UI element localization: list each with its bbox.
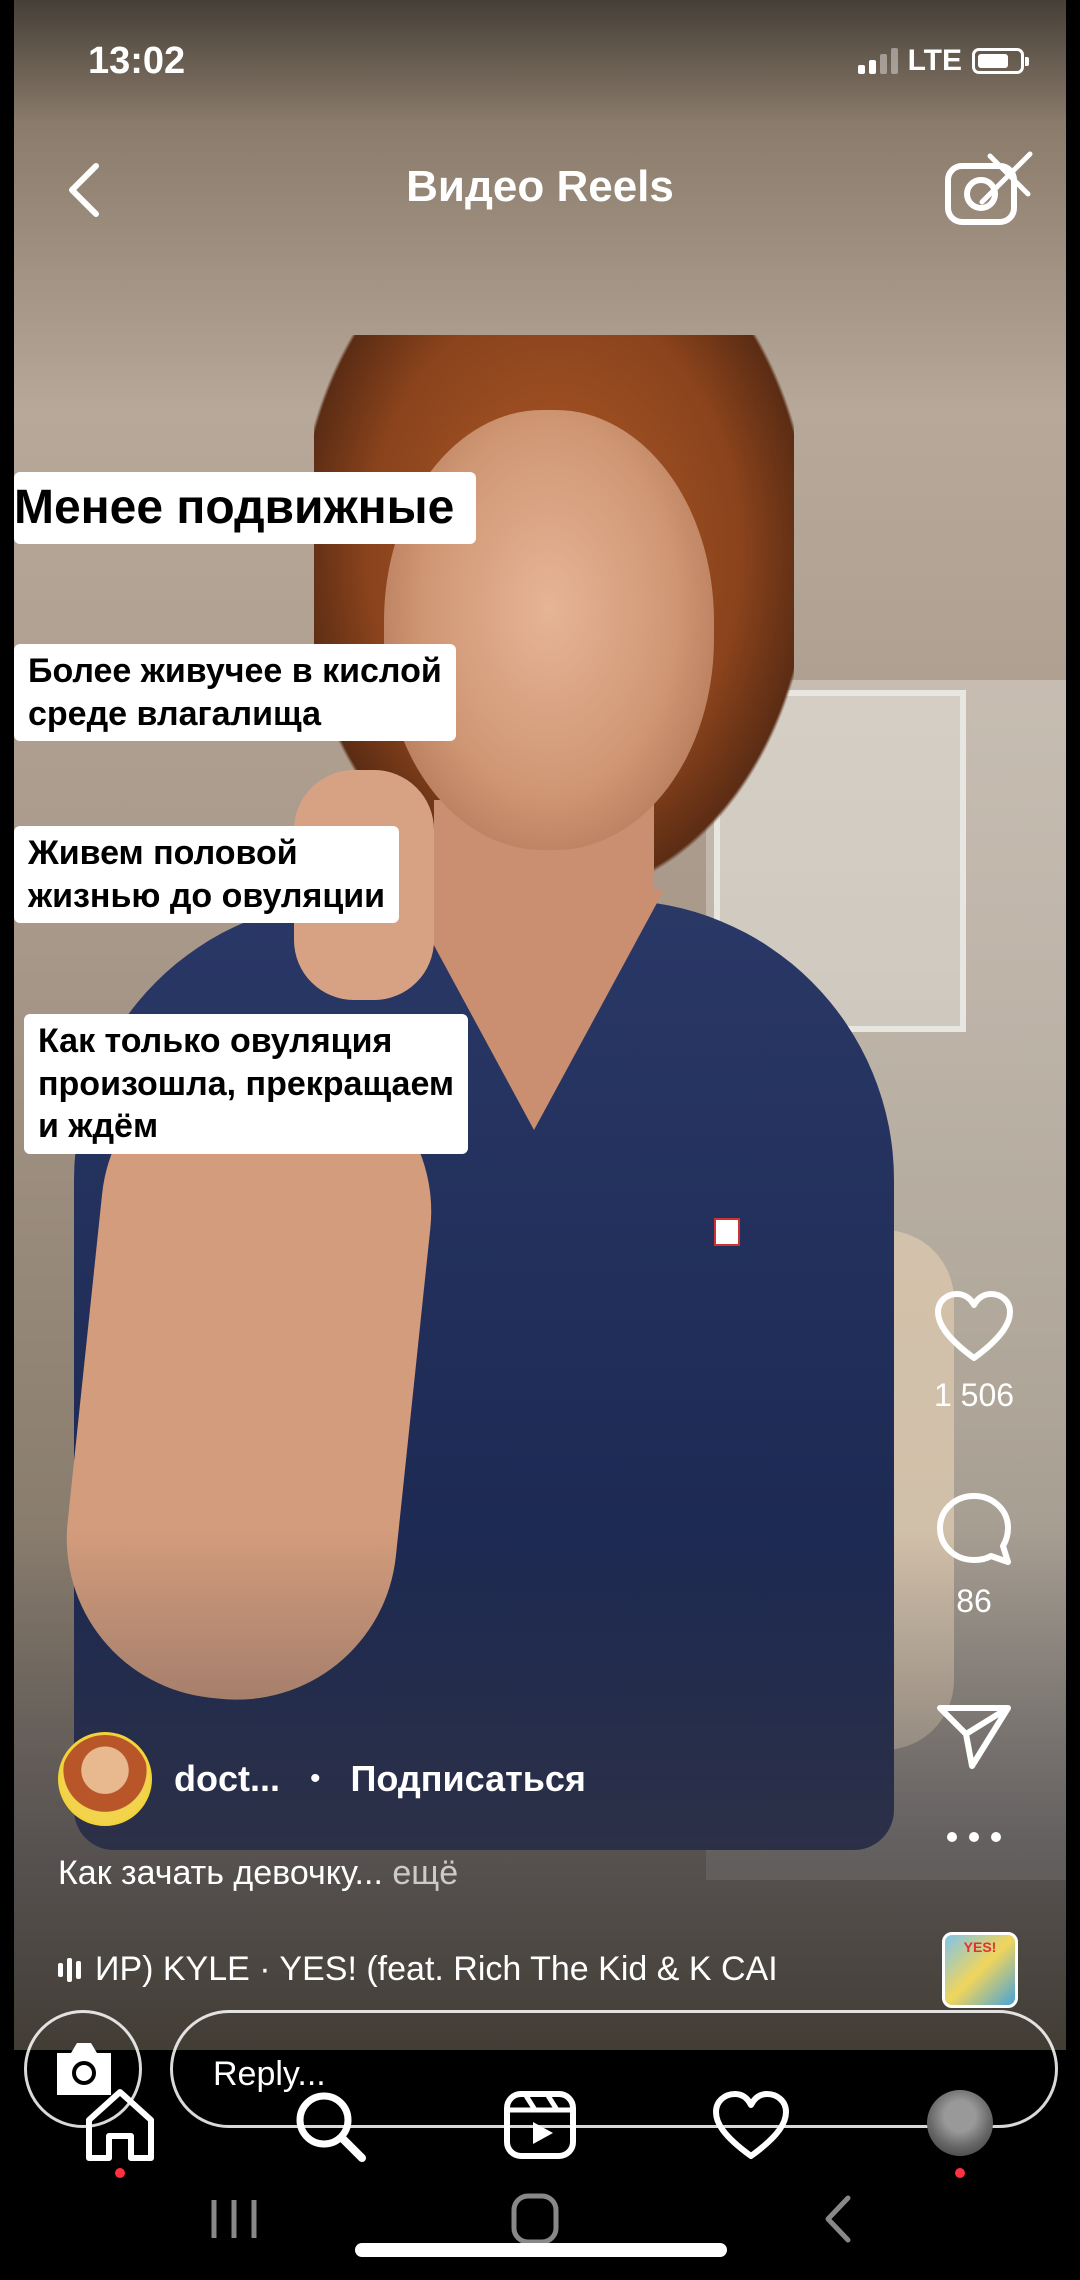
like-button[interactable]: 1 506: [924, 1290, 1024, 1414]
music-bars-icon: [58, 1956, 81, 1984]
shirt-logo: [714, 1218, 740, 1246]
back-icon[interactable]: [818, 2192, 858, 2246]
caption-line: Живем половой: [28, 832, 386, 875]
signal-icon: [857, 48, 898, 74]
comment-button[interactable]: 86: [924, 1490, 1024, 1620]
send-icon: [937, 1705, 1011, 1769]
album-art[interactable]: YES!: [942, 1932, 1018, 2008]
description-more[interactable]: ещё: [392, 1854, 458, 1892]
caption-line: жизнью до овуляции: [28, 874, 386, 917]
reel-description[interactable]: Как зачать девочку... ещё: [58, 1854, 458, 1893]
description-text: Как зачать девочку...: [58, 1854, 383, 1892]
status-indicators: LTE: [857, 44, 1029, 78]
camera-off-icon[interactable]: [944, 148, 1034, 228]
home-indicator[interactable]: [355, 2243, 727, 2257]
nav-search[interactable]: [284, 2080, 374, 2170]
share-button[interactable]: [924, 1700, 1024, 1777]
comment-count: 86: [956, 1583, 992, 1619]
nav-notification-dot: [115, 2168, 125, 2178]
page-title: Видео Reels: [406, 162, 674, 211]
like-count: 1 506: [933, 1377, 1015, 1413]
heart-icon: [935, 1291, 1013, 1361]
profile-avatar: [927, 2090, 993, 2156]
music-track: ИP) KYLE · YES! (feat. Rich The Kid & K …: [95, 1950, 778, 1988]
caption-line: и ждём: [38, 1105, 455, 1148]
more-button[interactable]: [924, 1830, 1024, 1849]
caption-2: Более живучее в кислой среде влагалища: [14, 644, 456, 741]
nav-activity[interactable]: [706, 2080, 796, 2170]
reels-icon: [504, 2091, 576, 2159]
comment-icon: [937, 1493, 1011, 1565]
home-icon: [86, 2089, 154, 2161]
nav-profile[interactable]: [915, 2080, 1005, 2178]
search-icon: [296, 2092, 366, 2162]
separator-dot: •: [310, 1762, 321, 1795]
recent-apps-icon[interactable]: [206, 2194, 262, 2244]
author-row: doct... • Подписаться: [58, 1732, 586, 1826]
caption-line: среде влагалища: [28, 692, 442, 735]
caption-line: произошла, прекращаем: [38, 1062, 455, 1105]
author-avatar[interactable]: [58, 1732, 152, 1826]
nav-home[interactable]: [75, 2080, 165, 2178]
home-button-icon[interactable]: [510, 2192, 560, 2246]
system-nav: [0, 2180, 1080, 2280]
more-icon: [947, 1832, 1001, 1842]
caption-4: Как только овуляция произошла, прекращае…: [24, 1014, 469, 1154]
network-type: LTE: [907, 44, 962, 77]
bottom-nav: [0, 2080, 1080, 2190]
caption-3: Живем половой жизнью до овуляции: [14, 826, 400, 923]
status-time: 13:02: [88, 40, 186, 82]
subscribe-button[interactable]: Подписаться: [351, 1758, 586, 1800]
author-name[interactable]: doct...: [174, 1758, 280, 1800]
caption-line: Более живучее в кислой: [28, 650, 442, 693]
caption-line: Как только овуляция: [38, 1020, 455, 1063]
heart-icon: [713, 2091, 789, 2159]
music-ticker[interactable]: ИP) KYLE · YES! (feat. Rich The Kid & K …: [58, 1950, 888, 1989]
album-art-text: YES!: [963, 1939, 997, 1955]
nav-notification-dot: [955, 2168, 965, 2178]
caption-1: Менее подвижные: [14, 472, 477, 544]
caption-line: Менее подвижные: [14, 481, 455, 534]
nav-reels[interactable]: [495, 2080, 585, 2170]
battery-icon: [972, 48, 1029, 74]
